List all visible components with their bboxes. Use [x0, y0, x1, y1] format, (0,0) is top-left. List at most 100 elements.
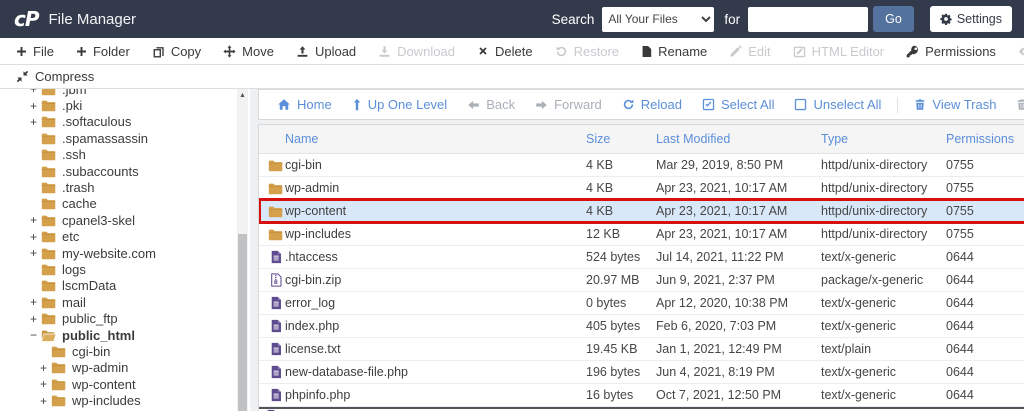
- file-cgi-bin-modified: Mar 29, 2019, 8:50 PM: [656, 158, 784, 172]
- tree-item-cpanel3-skel[interactable]: + cpanel3-skel: [0, 212, 250, 228]
- toolbar-folder-button[interactable]: Folder: [65, 44, 141, 59]
- file-row-license-txt[interactable]: license.txt 19.45 KB Jan 1, 2021, 12:49 PM…: [259, 338, 1024, 361]
- toolbar-download-label: Download: [397, 43, 455, 59]
- file-cgi-bin-zip-name[interactable]: cgi-bin.zip: [285, 273, 586, 287]
- file-row-cgi-bin[interactable]: cgi-bin 4 KB Mar 29, 2019, 8:50 PM httpd/un…: [259, 154, 1024, 177]
- file-row-htaccess[interactable]: .htaccess 524 bytes Jul 14, 2021, 11:22 PM…: [259, 246, 1024, 269]
- expand-icon[interactable]: +: [30, 231, 41, 243]
- expand-icon[interactable]: +: [30, 116, 41, 128]
- tree-item-jbm[interactable]: + .jbm: [0, 89, 250, 97]
- file-wp-content-size: 4 KB: [586, 204, 614, 218]
- tree-scrollbar-thumb[interactable]: [238, 234, 247, 411]
- nav-select-all-button[interactable]: Select All: [692, 97, 784, 112]
- file-row-wp-includes[interactable]: wp-includes 12 KB Apr 23, 2021, 10:17 AM ht…: [259, 223, 1024, 246]
- tree-item-mail[interactable]: + mail: [0, 294, 250, 310]
- nav-reload-button[interactable]: Reload: [612, 97, 692, 112]
- file-license-txt-name[interactable]: license.txt: [285, 342, 586, 356]
- toolbar-delete-button[interactable]: Delete: [466, 44, 544, 59]
- tree-item-my-website-com[interactable]: + my-website.com: [0, 245, 250, 261]
- file-error-log-name[interactable]: error_log: [285, 296, 586, 310]
- toolbar-rename-button[interactable]: Rename: [630, 44, 718, 59]
- partial-file-row[interactable]: [259, 407, 1024, 411]
- tree-item-trash[interactable]: .trash: [0, 179, 250, 195]
- column-header-last-modified[interactable]: Last Modified: [656, 132, 821, 146]
- column-header-size[interactable]: Size: [586, 132, 656, 146]
- toolbar-copy-button[interactable]: Copy: [141, 44, 212, 59]
- file-table-header: Name Size Last Modified Type Permissions: [259, 125, 1024, 154]
- expand-icon[interactable]: +: [30, 313, 41, 325]
- toolbar-upload-button[interactable]: Upload: [285, 44, 367, 59]
- tree-item-etc[interactable]: + etc: [0, 229, 250, 245]
- tree-item-lscmdata[interactable]: lscmData: [0, 278, 250, 294]
- file-cgi-bin-name[interactable]: cgi-bin: [285, 158, 586, 172]
- go-button[interactable]: Go: [873, 6, 914, 32]
- file-row-new-database-file-php[interactable]: new-database-file.php 196 bytes Jun 4, 202…: [259, 361, 1024, 384]
- expand-icon[interactable]: +: [40, 362, 51, 374]
- tree-item-cgi-bin[interactable]: cgi-bin: [0, 343, 250, 359]
- tree-item-public-html[interactable]: − public_html: [0, 327, 250, 343]
- tree-item-label: cgi-bin: [72, 343, 111, 359]
- expand-icon[interactable]: +: [30, 296, 41, 308]
- toolbar-compress-button[interactable]: Compress: [5, 69, 105, 84]
- tree-item-ssh[interactable]: .ssh: [0, 147, 250, 163]
- file-cgi-bin-zip-modified: Jun 9, 2021, 2:37 PM: [656, 273, 775, 287]
- nav-home-button[interactable]: Home: [267, 97, 342, 112]
- file-wp-admin-name[interactable]: wp-admin: [285, 181, 586, 195]
- upload-icon: [296, 45, 309, 58]
- tree-item-pki[interactable]: + .pki: [0, 97, 250, 113]
- folder-icon: [266, 159, 285, 172]
- search-input[interactable]: [748, 6, 869, 32]
- file-htaccess-name[interactable]: .htaccess: [285, 250, 586, 264]
- nav-unselect-all-button[interactable]: Unselect All: [784, 97, 891, 112]
- file-new-database-file-php-type: text/x-generic: [821, 365, 897, 379]
- column-header-name[interactable]: Name: [285, 132, 586, 146]
- file-index-php-name[interactable]: index.php: [285, 319, 586, 333]
- expand-icon[interactable]: +: [40, 395, 51, 407]
- expand-icon[interactable]: +: [40, 378, 51, 390]
- tree-item-spamassassin[interactable]: .spamassassin: [0, 130, 250, 146]
- folder-icon: [41, 197, 56, 210]
- folder-icon: [41, 230, 56, 243]
- nav-back-button: Back: [457, 97, 525, 112]
- file-row-index-php[interactable]: index.php 405 bytes Feb 6, 2020, 7:03 PM te…: [259, 315, 1024, 338]
- file-row-phpinfo-php[interactable]: phpinfo.php 16 bytes Oct 7, 2021, 12:50 PM…: [259, 384, 1024, 407]
- collapse-icon[interactable]: −: [30, 329, 41, 341]
- file-row-cgi-bin-zip[interactable]: cgi-bin.zip 20.97 MB Jun 9, 2021, 2:37 PM p…: [259, 269, 1024, 292]
- file-row-wp-admin[interactable]: wp-admin 4 KB Apr 23, 2021, 10:17 AM httpd/…: [259, 177, 1024, 200]
- tree-item-subaccounts[interactable]: .subaccounts: [0, 163, 250, 179]
- toolbar-permissions-button[interactable]: Permissions: [895, 44, 1007, 59]
- file-wp-includes-name[interactable]: wp-includes: [285, 227, 586, 241]
- file-phpinfo-php-name[interactable]: phpinfo.php: [285, 388, 586, 402]
- file-new-database-file-php-name[interactable]: new-database-file.php: [285, 365, 586, 379]
- scroll-up-arrow-icon[interactable]: ▲: [237, 89, 248, 101]
- tree-item-softaculous[interactable]: + .softaculous: [0, 114, 250, 130]
- file-row-wp-content[interactable]: wp-content 4 KB Apr 23, 2021, 10:17 AM http…: [259, 198, 1024, 224]
- nav-view-trash-button[interactable]: View Trash: [904, 97, 1006, 112]
- file-wp-admin-permissions: 0755: [946, 181, 974, 195]
- nav-up-one-level-button[interactable]: Up One Level: [342, 97, 458, 112]
- directory-tree-sidebar: + .jbm + .pki + .softaculous .spamassassin .ssh…: [0, 89, 250, 411]
- file-wp-content-name[interactable]: wp-content: [285, 204, 586, 218]
- tree-item-public-ftp[interactable]: + public_ftp: [0, 310, 250, 326]
- tree-scrollbar[interactable]: ▲: [237, 89, 248, 411]
- tree-item-wp-content[interactable]: + wp-content: [0, 376, 250, 392]
- tree-item-cache[interactable]: cache: [0, 196, 250, 212]
- expand-icon[interactable]: +: [30, 214, 41, 226]
- expand-icon[interactable]: +: [30, 247, 41, 259]
- column-header-permissions[interactable]: Permissions: [946, 132, 1024, 146]
- toolbar-move-button[interactable]: Move: [212, 44, 285, 59]
- move-icon: [223, 44, 236, 58]
- file-row-error-log[interactable]: error_log 0 bytes Apr 12, 2020, 10:38 PM te…: [259, 292, 1024, 315]
- expand-icon[interactable]: +: [30, 100, 41, 112]
- tree-item-wp-admin[interactable]: + wp-admin: [0, 360, 250, 376]
- tree-item-wp-includes[interactable]: + wp-includes: [0, 392, 250, 408]
- zip-icon: [266, 273, 285, 287]
- file-wp-includes-type: httpd/unix-directory: [821, 227, 928, 241]
- nav-empty-trash-button: Empty Trash: [1006, 97, 1024, 112]
- column-header-type[interactable]: Type: [821, 132, 946, 146]
- toolbar-file-button[interactable]: File: [5, 44, 65, 59]
- settings-button[interactable]: Settings: [929, 6, 1012, 32]
- search-scope-select[interactable]: All Your Files: [602, 6, 715, 32]
- tree-item-logs[interactable]: logs: [0, 261, 250, 277]
- expand-icon[interactable]: +: [30, 89, 41, 95]
